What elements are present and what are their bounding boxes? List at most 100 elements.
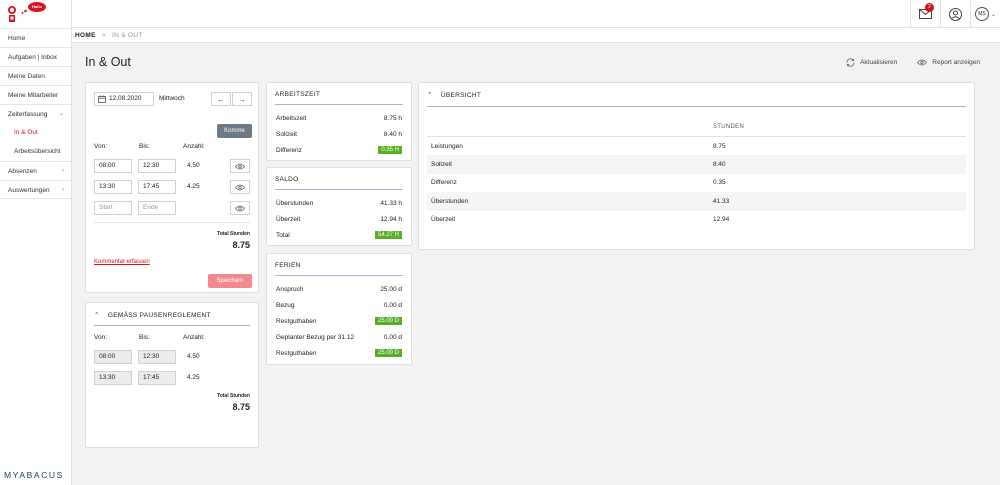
von-label: Von: — [94, 143, 108, 150]
page-actions: Aktualisieren Report anzeigen — [846, 58, 980, 67]
breadcrumb-separator: > — [101, 32, 106, 39]
sidebar-item-meine-mitarbeiter[interactable]: Meine Mitarbeiter — [0, 85, 71, 104]
row-value: 0.00 d — [383, 301, 402, 309]
save-button[interactable]: Speichern — [208, 274, 252, 288]
sidebar-nav: Home Aufgaben | Inbox Meine Daten Meine … — [0, 28, 71, 199]
sidebar-item-home[interactable]: Home — [0, 28, 71, 47]
refresh-label: Aktualisieren — [860, 59, 898, 66]
saldo-title: SALDO — [275, 168, 403, 190]
ende-input[interactable]: Ende — [138, 201, 176, 215]
view-entry-button-1[interactable] — [230, 159, 250, 173]
eye-icon — [235, 205, 245, 211]
arrow-right-icon: → — [238, 94, 246, 104]
komme-button[interactable]: Komme — [217, 124, 252, 138]
logo-mascot-icon — [8, 6, 16, 22]
sidebar-item-in-out[interactable]: In & Out — [0, 123, 71, 142]
arbeitszeit-row: Arbeitszeit 8.75 h — [267, 110, 411, 126]
sidebar-item-arbeitsuebersicht[interactable]: Arbeitsübersicht — [0, 142, 71, 161]
eye-icon — [917, 59, 928, 66]
row-value: 12.94 h — [380, 215, 402, 223]
inout-card: 12.08.2020 Mittwoch ← → Komme Von: Bis: … — [85, 82, 259, 293]
arbeitszeit-card: ARBEITSZEIT Arbeitszeit 8.75 h Sollzeit 8.… — [266, 82, 412, 161]
chevron-down-icon: ⌄ — [58, 111, 64, 117]
refresh-button[interactable]: Aktualisieren — [846, 58, 897, 67]
pausen-card: ⌃ GEMÄSS PAUSENREGLEMENT Von: Bis: Anzah… — [85, 302, 259, 448]
anzahl-label: Anzahl: — [183, 334, 205, 341]
row-label: Arbeitszeit — [276, 114, 307, 122]
sidebar-item-aufgaben-inbox[interactable]: Aufgaben | Inbox — [0, 47, 71, 66]
total-row: Total 54.27 H — [267, 227, 411, 243]
table-cell-value: 0.35 — [713, 179, 726, 187]
topbar: 2 MS ⌄ — [72, 0, 1000, 28]
uebersicht-card: ⌃ ÜBERSICHT STUNDEN Leistungen 8.75 Sollz… — [418, 82, 975, 250]
bis-input-1[interactable]: 12:30 — [138, 159, 176, 173]
pausen-title: GEMÄSS PAUSENREGLEMENT — [107, 312, 211, 319]
sidebar-item-zeiterfassung[interactable]: Zeiterfassung ⌄ — [0, 104, 71, 123]
user-menu-button[interactable]: MS ⌄ — [970, 0, 1000, 28]
kommentar-link[interactable]: Kommentar erfassen — [94, 259, 150, 265]
divider — [94, 222, 250, 223]
arrow-left-icon: ← — [217, 94, 225, 104]
pausen-bis-1: 12:30 — [138, 350, 176, 364]
sidebar-item-label: Meine Daten — [8, 73, 45, 80]
ferien-title: FERIEN — [275, 254, 403, 276]
prev-day-button[interactable]: ← — [211, 92, 231, 106]
ueberstunden-row: Überstunden 41.33 h — [267, 195, 411, 211]
pausen-total-value: 8.75 — [232, 402, 250, 412]
breadcrumb-home[interactable]: HOME — [75, 32, 96, 39]
view-entry-button-3[interactable] — [230, 201, 250, 215]
brand-logo: MYABACUS — [4, 470, 64, 480]
pausen-bis-2: 17:45 — [138, 371, 176, 385]
sidebar-item-auswertungen[interactable]: Auswertungen ‹ — [0, 180, 71, 199]
row-label: Überstunden — [276, 199, 314, 207]
logo[interactable]: Hallo — [0, 0, 71, 28]
restguthaben-row: Restguthaben 25.00 D — [267, 313, 411, 329]
refresh-icon — [846, 58, 855, 67]
sidebar-item-meine-daten[interactable]: Meine Daten — [0, 66, 71, 85]
row-label: Bezug — [276, 301, 295, 309]
sidebar-item-label: Home — [8, 35, 26, 42]
pausen-anzahl-1: 4.50 — [187, 353, 200, 360]
row-label: Total — [276, 231, 290, 239]
start-input[interactable]: Start — [94, 201, 132, 215]
differenz-row: Differenz 0.35 H — [267, 142, 411, 158]
chevron-left-icon: ‹ — [62, 187, 64, 193]
anspruch-row: Anspruch 25.00 d — [267, 281, 411, 297]
ferien-card: FERIEN Anspruch 25.00 d Bezug 0.00 d Restg… — [266, 253, 412, 365]
page-title: In & Out — [85, 55, 131, 69]
bis-label: Bis: — [139, 143, 150, 150]
avatar: MS — [974, 7, 989, 21]
table-row: Überzeit 12.94 — [427, 211, 966, 230]
sidebar-item-label: Zeiterfassung — [8, 111, 48, 118]
table-cell-value: 8.40 — [709, 155, 966, 174]
restguthaben-row: Restguthaben 25.00 D — [267, 345, 411, 361]
view-entry-button-2[interactable] — [230, 180, 250, 194]
inbox-button[interactable]: 2 — [910, 0, 940, 28]
status-badge: 25.00 D — [374, 349, 402, 357]
pausen-header[interactable]: ⌃ GEMÄSS PAUSENREGLEMENT — [94, 303, 250, 326]
table-cell-label: Leistungen — [431, 142, 463, 150]
user-circle-icon — [949, 7, 962, 21]
sidebar-item-label: In & Out — [14, 129, 38, 136]
pausen-total-label: Total Stunden — [217, 393, 250, 399]
next-day-button[interactable]: → — [232, 92, 252, 106]
von-input-1[interactable]: 08:00 — [94, 159, 132, 173]
weekday-label: Mittwoch — [159, 95, 185, 102]
notification-badge: 2 — [925, 3, 934, 12]
report-label: Report anzeigen — [932, 59, 980, 66]
report-button[interactable]: Report anzeigen — [917, 59, 980, 66]
main-content: HOME > IN & OUT In & Out Aktualisieren R… — [72, 28, 1000, 485]
breadcrumb: HOME > IN & OUT — [72, 28, 1000, 43]
sidebar-item-absenzen[interactable]: Absenzen ‹ — [0, 161, 71, 180]
total-stunden-label: Total Stunden — [217, 231, 250, 237]
profile-button[interactable] — [940, 0, 970, 28]
total-stunden-value: 8.75 — [232, 240, 250, 250]
row-value: 25.00 d — [380, 285, 402, 293]
bis-input-2[interactable]: 17:45 — [138, 180, 176, 194]
status-badge: 54.27 H — [374, 231, 402, 239]
date-field[interactable]: 12.08.2020 — [94, 92, 154, 106]
row-value: 8.75 h — [383, 114, 402, 122]
von-input-2[interactable]: 13:30 — [94, 180, 132, 194]
sidebar-item-label: Absenzen — [8, 168, 37, 175]
uebersicht-header[interactable]: ⌃ ÜBERSICHT — [427, 83, 966, 107]
